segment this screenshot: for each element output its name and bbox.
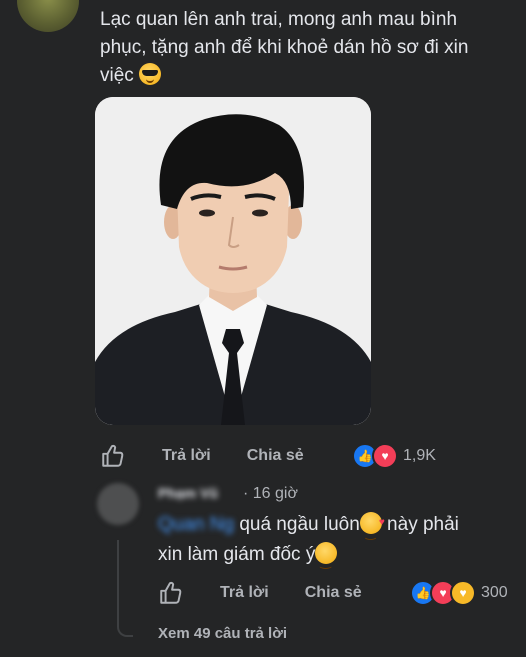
reply-body: Quan Ng quá ngầu luôn này phải xin làm g… xyxy=(158,508,478,577)
thumbs-up-icon[interactable] xyxy=(100,443,126,469)
reply-reactions[interactable]: 👍 ♥ ♥ 300 xyxy=(410,580,508,606)
thumbs-up-icon[interactable] xyxy=(158,580,184,606)
portrait-image xyxy=(95,97,371,425)
reply-time[interactable]: · 16 giờ xyxy=(243,485,298,503)
comment-thread: Lạc quan lên anh trai, mong anh mau bình… xyxy=(0,0,526,657)
reply-avatar[interactable] xyxy=(97,483,139,525)
comment-actions: Trả lời Chia sẻ xyxy=(100,442,304,470)
sunglasses-emoji-icon xyxy=(139,63,162,85)
thread-connector xyxy=(117,540,133,637)
view-more-replies-link[interactable]: Xem 49 câu trả lời xyxy=(158,625,287,642)
separator-dot: · xyxy=(243,485,249,502)
mention-link[interactable]: Quan Ng xyxy=(158,514,234,535)
smiling-hearts-emoji-icon xyxy=(359,508,385,548)
care-reaction-icon: ♥ xyxy=(450,580,476,606)
share-button[interactable]: Chia sẻ xyxy=(247,447,304,465)
reply-button[interactable]: Trả lời xyxy=(220,584,269,602)
reply-time-value[interactable]: 16 giờ xyxy=(253,485,298,502)
comment-body: Lạc quan lên anh trai, mong anh mau bình… xyxy=(100,6,480,90)
reply-author[interactable]: Phạm Vũ xyxy=(158,485,218,501)
reaction-count: 300 xyxy=(481,584,508,601)
commenter-avatar[interactable] xyxy=(17,0,79,32)
comment-photo[interactable] xyxy=(95,97,371,425)
reply-actions: Trả lời Chia sẻ xyxy=(158,579,362,607)
share-button[interactable]: Chia sẻ xyxy=(305,584,362,602)
reply-button[interactable]: Trả lời xyxy=(162,447,211,465)
reaction-count: 1,9K xyxy=(403,447,436,464)
comment-reactions[interactable]: 👍 ♥ 1,9K xyxy=(352,443,436,469)
reply-text-part1: quá ngầu luôn xyxy=(234,514,360,535)
love-reaction-icon: ♥ xyxy=(372,443,398,469)
smiling-face-emoji-icon xyxy=(315,542,338,577)
